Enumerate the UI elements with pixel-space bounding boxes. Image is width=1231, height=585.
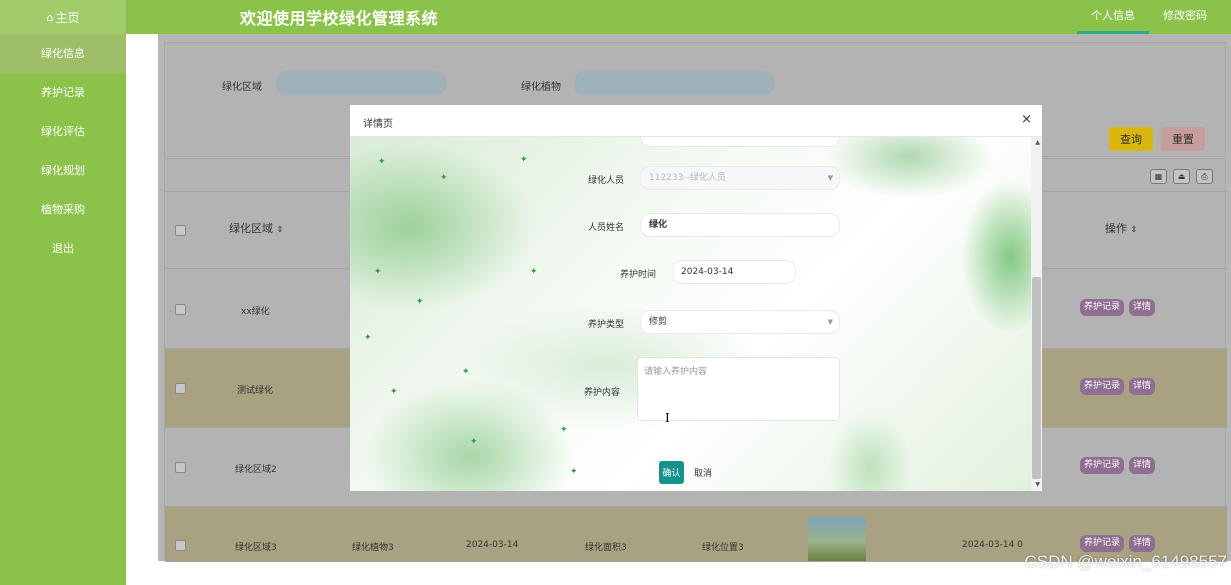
home-icon: ⌂ bbox=[46, 10, 54, 24]
watermark: CSDN @weixin_61498557 bbox=[1024, 552, 1227, 571]
scroll-down-icon[interactable]: ▼ bbox=[1035, 481, 1040, 488]
cancel-button[interactable]: 取消 bbox=[688, 461, 718, 484]
record-button[interactable]: 养护记录 bbox=[1080, 457, 1125, 474]
chevron-down-icon: ▼ bbox=[827, 174, 833, 182]
nav-change-password[interactable]: 修改密码 bbox=[1149, 0, 1221, 34]
row-checkbox[interactable] bbox=[175, 540, 186, 551]
sidebar-item-planning[interactable]: 绿化规划 bbox=[0, 151, 126, 190]
cell-plant: 绿化植物3 bbox=[352, 543, 394, 553]
scrollbar-thumb[interactable] bbox=[1032, 277, 1041, 479]
name-label: 人员姓名 bbox=[588, 223, 625, 233]
sort-icon: ⇕ bbox=[1130, 225, 1138, 234]
record-button[interactable]: 养护记录 bbox=[1080, 378, 1125, 395]
print-icon[interactable]: ⎙ bbox=[1196, 169, 1213, 184]
type-label: 养护类型 bbox=[588, 320, 625, 330]
cell-size: 绿化面积3 bbox=[585, 543, 627, 553]
search-area-label: 绿化区域 bbox=[222, 82, 262, 93]
text-cursor-icon: I bbox=[665, 411, 670, 425]
nav-profile[interactable]: 个人信息 bbox=[1077, 0, 1149, 34]
cell-date: 2024-03-14 bbox=[466, 540, 519, 550]
detail-button[interactable]: 详情 bbox=[1129, 378, 1156, 395]
chevron-down-icon: ▼ bbox=[827, 318, 833, 326]
search-area-input[interactable] bbox=[276, 71, 446, 95]
sidebar-item-logout[interactable]: 退出 bbox=[0, 229, 126, 268]
close-icon[interactable]: × bbox=[1021, 112, 1032, 127]
header-actions: 操作 ⇕ bbox=[1105, 222, 1138, 235]
record-button[interactable]: 养护记录 bbox=[1080, 535, 1125, 552]
plant-photo bbox=[808, 517, 866, 561]
search-plant-label: 绿化植物 bbox=[521, 82, 561, 93]
home-link[interactable]: ⌂ 主页 bbox=[0, 0, 126, 34]
home-label: 主页 bbox=[55, 10, 80, 25]
sidebar-item-greening-info[interactable]: 绿化信息 bbox=[0, 34, 126, 73]
type-select[interactable]: 修剪 ▼ bbox=[640, 310, 840, 334]
name-field[interactable]: 绿化 bbox=[640, 213, 840, 237]
reset-button[interactable]: 重置 bbox=[1161, 127, 1205, 151]
row-checkbox[interactable] bbox=[175, 462, 186, 473]
table-toolbar: ▦ ⏏ ⎙ bbox=[1150, 169, 1213, 184]
query-button[interactable]: 查询 bbox=[1109, 127, 1153, 151]
scroll-up-icon[interactable]: ▲ bbox=[1035, 139, 1040, 146]
cell-location: 绿化位置3 bbox=[702, 543, 744, 553]
select-all-checkbox[interactable] bbox=[175, 225, 186, 236]
hidden-field[interactable] bbox=[640, 137, 840, 147]
modal-body: ✦ ✦ ✦ ✦ ✦ ✦ ✦ ✦ ✦ ✦ ✦ ✦ 绿化人员 112233--绿化人… bbox=[350, 137, 1031, 491]
sidebar-item-purchase[interactable]: 植物采购 bbox=[0, 190, 126, 229]
sidebar-item-maintenance[interactable]: 养护记录 bbox=[0, 73, 126, 112]
columns-icon[interactable]: ▦ bbox=[1150, 169, 1167, 184]
system-title: 欢迎使用学校绿化管理系统 bbox=[240, 9, 439, 28]
time-field[interactable]: 2024-03-14 bbox=[672, 260, 796, 284]
export-icon[interactable]: ⏏ bbox=[1173, 169, 1190, 184]
search-plant-input[interactable] bbox=[574, 71, 774, 95]
cell-area: 绿化区域2 bbox=[235, 465, 277, 475]
cell-time: 2024-03-14 0 bbox=[962, 540, 1023, 550]
staff-select[interactable]: 112233--绿化人员 ▼ bbox=[640, 166, 840, 190]
staff-label: 绿化人员 bbox=[588, 176, 625, 186]
sidebar: 绿化信息 养护记录 绿化评估 绿化规划 植物采购 退出 bbox=[0, 34, 126, 585]
confirm-button[interactable]: 确认 bbox=[659, 461, 684, 484]
detail-button[interactable]: 详情 bbox=[1129, 299, 1156, 316]
top-nav: 个人信息 修改密码 bbox=[1077, 0, 1231, 34]
detail-button[interactable]: 详情 bbox=[1129, 535, 1156, 552]
header-area[interactable]: 绿化区域 ⇕ bbox=[229, 220, 283, 236]
modal-title: 详情页 bbox=[363, 119, 393, 130]
sidebar-item-evaluation[interactable]: 绿化评估 bbox=[0, 112, 126, 151]
cell-area: xx绿化 bbox=[241, 307, 270, 317]
cell-area: 测试绿化 bbox=[237, 386, 274, 396]
sort-icon: ⇕ bbox=[276, 225, 284, 234]
modal-header: 详情页 × bbox=[350, 105, 1042, 137]
row-checkbox[interactable] bbox=[175, 383, 186, 394]
content-label: 养护内容 bbox=[584, 388, 621, 398]
row-checkbox[interactable] bbox=[175, 304, 186, 315]
detail-button[interactable]: 详情 bbox=[1129, 457, 1156, 474]
detail-modal: 详情页 × ✦ ✦ ✦ ✦ ✦ ✦ ✦ ✦ ✦ ✦ ✦ ✦ 绿化人员 11223… bbox=[350, 105, 1042, 491]
record-button[interactable]: 养护记录 bbox=[1080, 299, 1125, 316]
time-label: 养护时间 bbox=[620, 270, 657, 280]
cell-area: 绿化区域3 bbox=[235, 543, 277, 553]
top-bar: ⌂ 主页 欢迎使用学校绿化管理系统 个人信息 修改密码 bbox=[0, 0, 1231, 34]
